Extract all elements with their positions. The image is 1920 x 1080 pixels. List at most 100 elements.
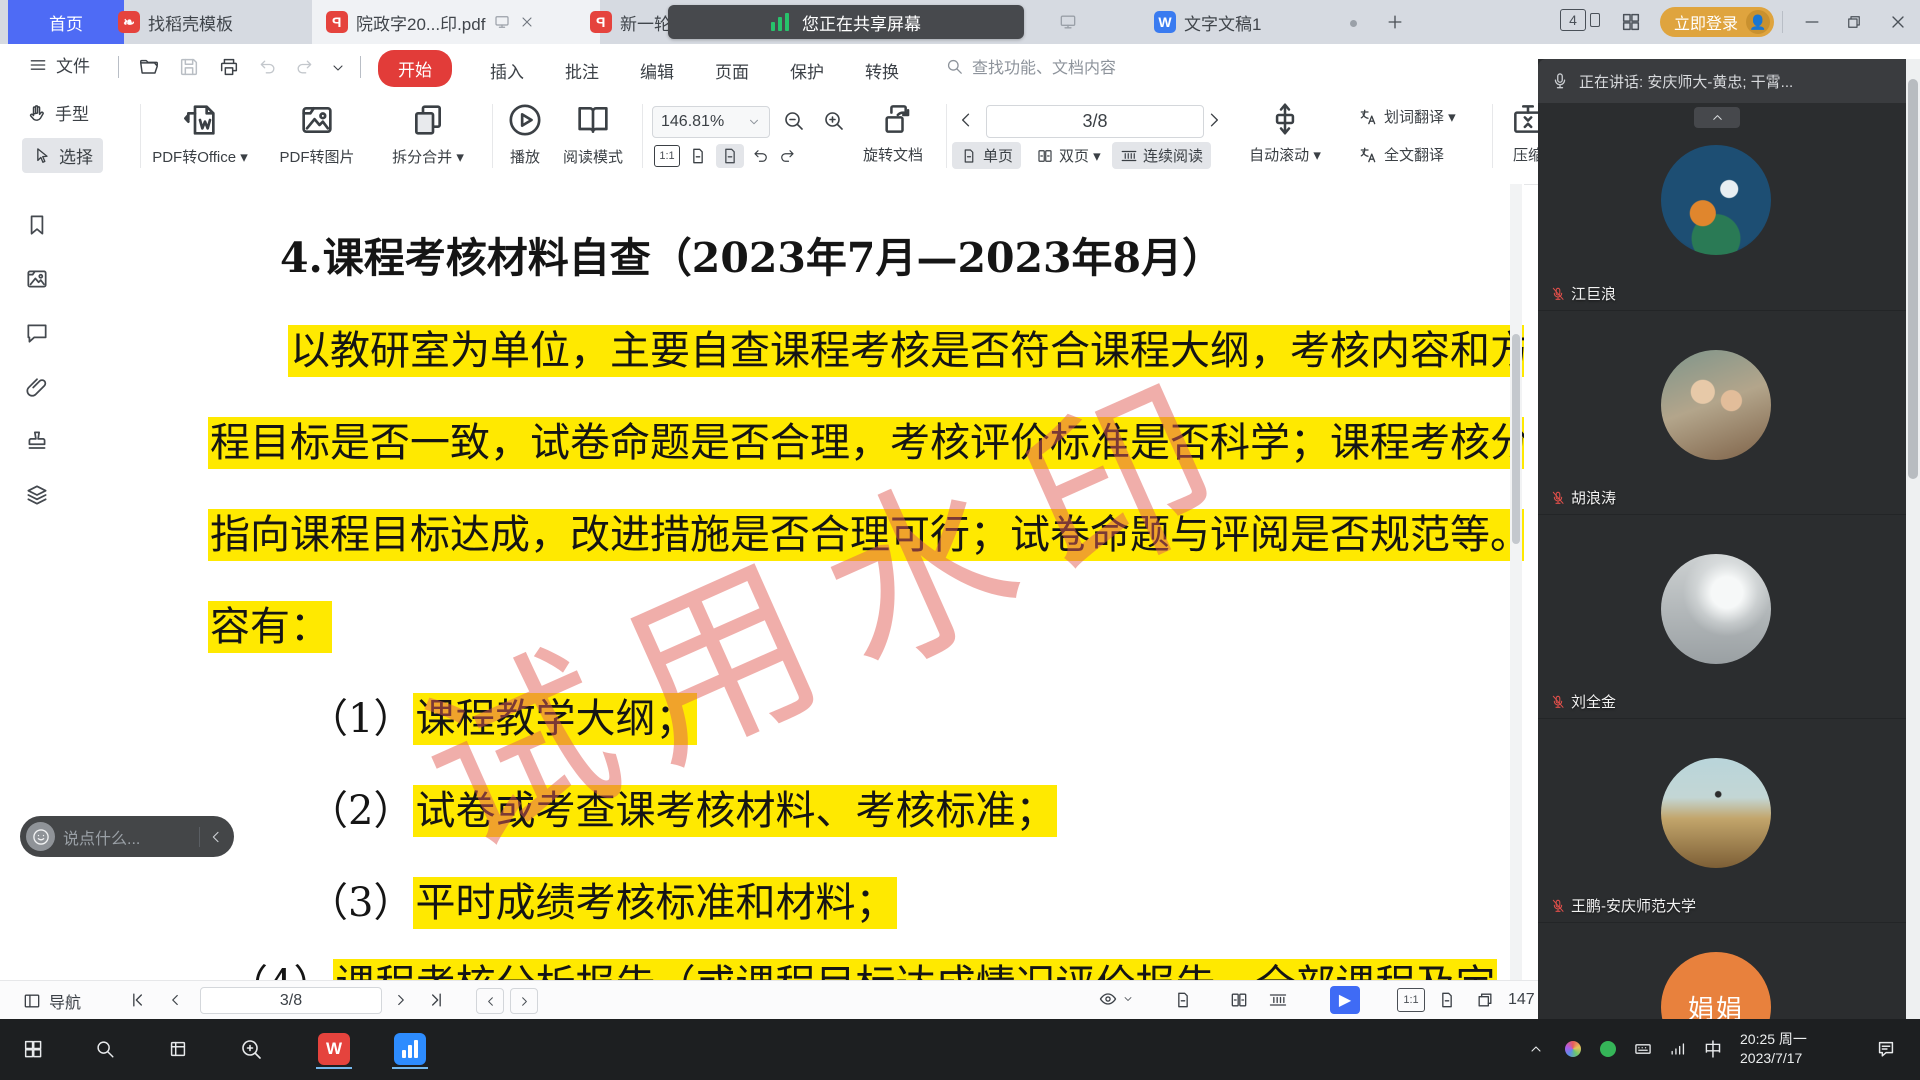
panel-scrollbar-thumb[interactable] (1908, 79, 1918, 479)
double-page-button[interactable]: 双页 ▾ (1032, 142, 1105, 169)
menu-edit-tab[interactable]: 编辑 (630, 52, 684, 89)
participant-tile[interactable]: 娟娟 (1538, 922, 1906, 1019)
tab-close-icon[interactable] (519, 14, 535, 30)
search-box[interactable]: 查找功能、文档内容 (945, 54, 1116, 78)
tab-pdf-active[interactable]: P 院政字20...印.pdf (312, 0, 600, 44)
taskbar-clock[interactable]: 20:25 周一 2023/7/17 (1740, 1030, 1807, 1068)
menu-convert-tab[interactable]: 转换 (855, 52, 909, 89)
one-to-one-button[interactable]: 1:1 (1397, 988, 1425, 1012)
meeting-chat-overlay[interactable]: 说点什么... (20, 816, 234, 857)
tab-docer[interactable]: ❧ 找稻壳模板 (104, 0, 337, 44)
auto-scroll-button[interactable]: 自动滚动 ▾ (1242, 100, 1328, 165)
tray-keyboard-icon[interactable] (1625, 1031, 1661, 1067)
back-location-button[interactable] (476, 988, 504, 1014)
meeting-app-icon[interactable] (392, 1031, 428, 1069)
rotate-right-icon[interactable] (778, 147, 796, 165)
pdf-to-image-button[interactable]: PDF转图片 (262, 100, 372, 167)
scrollbar-thumb[interactable] (1512, 334, 1520, 544)
prev-page-icon[interactable] (166, 991, 184, 1009)
first-page-icon[interactable] (128, 990, 148, 1010)
image-panel-icon[interactable] (24, 266, 50, 292)
menu-protect-tab[interactable]: 保护 (780, 52, 834, 89)
single-page-button[interactable]: 单页 (952, 142, 1021, 169)
last-page-icon[interactable] (426, 990, 446, 1010)
pdf-page-canvas[interactable]: 4.课程考核材料自查（2023年7月—2023年8月） 以教研室为单位，主要自查… (80, 184, 1524, 980)
single-page-icon[interactable] (1173, 990, 1193, 1010)
read-mode-button[interactable]: 阅读模式 (552, 100, 634, 167)
word-translate-button[interactable]: 划词翻译 ▾ (1358, 106, 1456, 127)
zoom-in-icon[interactable] (822, 109, 846, 133)
zoom-combo[interactable]: 146.81% (652, 106, 770, 138)
status-page-input[interactable]: 3/8 (200, 987, 382, 1014)
tray-expand-icon[interactable] (1518, 1031, 1554, 1067)
magnifier-tool-icon[interactable] (233, 1031, 269, 1067)
screen-sharing-banner[interactable]: 您正在共享屏幕 (668, 5, 1024, 39)
forward-location-button[interactable] (510, 988, 538, 1014)
minimize-icon[interactable] (1802, 12, 1822, 32)
task-view-icon[interactable] (160, 1031, 196, 1067)
zoom-out-icon[interactable] (782, 109, 806, 133)
undo-icon[interactable] (258, 57, 278, 77)
tab-count-button[interactable]: 4 (1560, 9, 1600, 31)
panel-scrollbar[interactable] (1906, 59, 1920, 1019)
start-button[interactable] (15, 1031, 51, 1067)
participant-tile[interactable]: 王鹏-安庆师范大学 (1538, 718, 1906, 923)
redo-icon[interactable] (294, 57, 314, 77)
navigation-toggle[interactable]: 导航 (22, 989, 81, 1013)
comment-panel-icon[interactable] (24, 320, 50, 346)
network-signal-icon[interactable] (1660, 1031, 1696, 1067)
document-scrollbar[interactable] (1510, 184, 1522, 980)
save-icon[interactable] (178, 56, 200, 78)
notification-center-icon[interactable] (1868, 1031, 1904, 1067)
restore-icon[interactable] (1845, 13, 1863, 31)
attachment-icon[interactable] (24, 374, 50, 400)
chat-input-placeholder[interactable]: 说点什么... (63, 825, 191, 849)
double-page-icon[interactable] (1229, 990, 1249, 1010)
workspace-grid-icon[interactable] (1620, 11, 1642, 33)
menu-start-tab[interactable]: 开始 (378, 50, 452, 87)
emoji-icon[interactable] (26, 822, 55, 851)
tray-security-icon[interactable] (1590, 1031, 1626, 1067)
menu-insert-tab[interactable]: 插入 (480, 52, 534, 89)
auto-play-button[interactable]: ▶ (1330, 986, 1360, 1014)
layers-icon[interactable] (24, 482, 50, 508)
bookmark-icon[interactable] (24, 212, 50, 238)
continuous-button[interactable]: 连续阅读 (1112, 142, 1211, 169)
rotate-doc-button[interactable]: 旋转文档 (848, 100, 938, 165)
fit-width-icon[interactable] (688, 146, 708, 166)
fit-page-icon[interactable] (1475, 990, 1495, 1010)
full-translate-button[interactable]: 全文翻译 (1358, 144, 1444, 165)
collapse-chat-icon[interactable] (208, 829, 224, 845)
fit-page-button[interactable] (716, 144, 744, 168)
window-close-icon[interactable] (1888, 12, 1908, 32)
participant-tile[interactable]: 刘全金 (1538, 514, 1906, 719)
taskbar-search-icon[interactable] (87, 1031, 123, 1067)
prev-page-icon[interactable] (956, 110, 976, 130)
open-file-icon[interactable] (138, 56, 160, 78)
pdf-to-office-button[interactable]: PDF转Office ▾ (140, 100, 260, 167)
file-menu[interactable]: 文件 (28, 52, 90, 77)
tray-app-icon[interactable] (1555, 1031, 1591, 1067)
login-button[interactable]: 立即登录 👤 (1660, 7, 1774, 37)
ime-indicator[interactable]: 中 (1695, 1031, 1731, 1067)
page-number-input[interactable]: 3/8 (986, 105, 1204, 138)
tab-writer[interactable]: W 文字文稿1 (1140, 0, 1348, 44)
stamp-icon[interactable] (24, 428, 50, 454)
fit-width-icon[interactable] (1437, 990, 1457, 1010)
toolbar-more-icon[interactable] (330, 60, 346, 76)
participant-tile[interactable]: 胡浪涛 (1538, 310, 1906, 515)
menu-page-tab[interactable]: 页面 (705, 52, 759, 89)
hand-tool-button[interactable]: 手型 (26, 100, 89, 125)
select-tool-button[interactable]: 选择 (22, 138, 103, 173)
wps-app-icon[interactable]: W (316, 1031, 352, 1069)
read-background-button[interactable] (1098, 989, 1134, 1009)
one-to-one-button[interactable]: 1:1 (654, 145, 680, 167)
next-page-icon[interactable] (1204, 110, 1224, 130)
continuous-icon[interactable] (1268, 990, 1288, 1010)
print-icon[interactable] (218, 56, 240, 78)
menu-annotate-tab[interactable]: 批注 (555, 52, 609, 89)
play-button[interactable]: 播放 (494, 100, 556, 167)
split-merge-button[interactable]: 拆分合并 ▾ (378, 100, 478, 167)
new-tab-icon[interactable] (1385, 12, 1405, 32)
next-page-icon[interactable] (392, 991, 410, 1009)
